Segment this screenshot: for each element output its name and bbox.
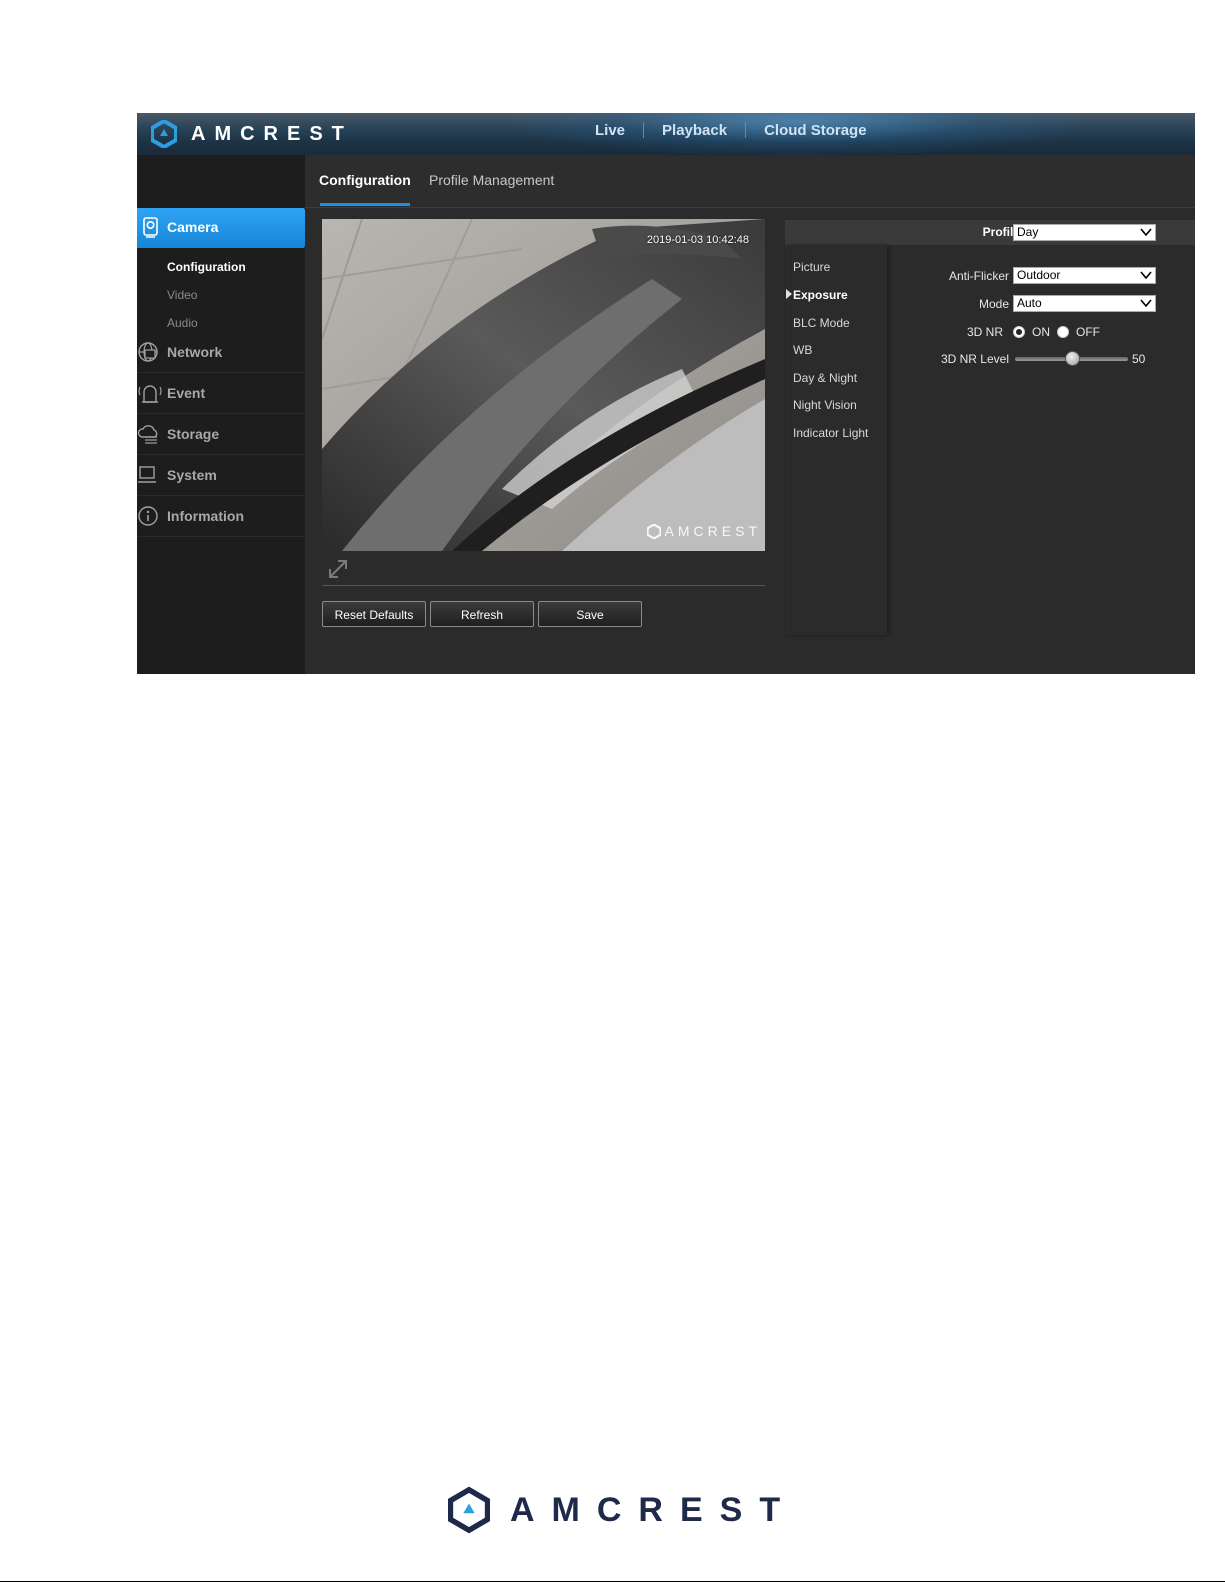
submenu-picture[interactable]: Picture bbox=[793, 260, 830, 274]
cloud-storage-icon bbox=[137, 425, 158, 444]
top-bar: AMCREST Live Playback Cloud Storage bbox=[137, 113, 1195, 155]
sidebar-item-system[interactable]: System bbox=[137, 454, 305, 496]
submenu-indicator-light[interactable]: Indicator Light bbox=[793, 426, 868, 440]
computer-icon bbox=[138, 466, 156, 483]
camera-frame-image bbox=[322, 219, 765, 551]
video-watermark: AMCREST bbox=[646, 523, 761, 539]
sidebar-item-label: System bbox=[167, 467, 217, 483]
sidebar-item-camera[interactable]: Camera bbox=[137, 208, 313, 248]
nr3d-off-label: OFF bbox=[1076, 325, 1100, 339]
fullscreen-icon[interactable] bbox=[326, 557, 350, 581]
alarm-icon bbox=[138, 385, 162, 403]
globe-icon bbox=[138, 342, 158, 362]
anti-flicker-label: Anti-Flicker bbox=[948, 269, 1009, 283]
submenu-wb[interactable]: WB bbox=[793, 343, 812, 357]
info-icon bbox=[138, 506, 158, 526]
chevron-down-icon bbox=[1140, 271, 1152, 280]
mode-select[interactable]: Auto bbox=[1013, 295, 1156, 312]
video-watermark-text: AMCREST bbox=[664, 523, 761, 539]
sidebar-item-storage[interactable]: Storage bbox=[137, 413, 305, 455]
sidebar-item-label: Event bbox=[167, 385, 206, 401]
chevron-down-icon bbox=[1140, 228, 1152, 237]
refresh-button[interactable]: Refresh bbox=[430, 601, 534, 627]
sidebar-item-label: Camera bbox=[167, 219, 219, 235]
sidebar-item-label: Network bbox=[167, 344, 223, 360]
main-content: Configuration Profile Management 2019-01… bbox=[305, 155, 1195, 674]
active-arrow-icon bbox=[786, 289, 792, 299]
nav-playback[interactable]: Playback bbox=[644, 122, 745, 139]
profile-bar: Profile Day bbox=[785, 220, 1195, 245]
camera-icon bbox=[143, 217, 158, 238]
tab-profile-management[interactable]: Profile Management bbox=[429, 172, 554, 188]
video-timestamp: 2019-01-03 10:42:48 bbox=[646, 234, 749, 246]
tab-bar: Configuration Profile Management bbox=[305, 155, 1195, 208]
mode-value: Auto bbox=[1017, 296, 1042, 310]
sidebar-sub-audio[interactable]: Audio bbox=[167, 316, 198, 330]
nr3d-level-label: 3D NR Level bbox=[940, 352, 1009, 366]
submenu-night-vision[interactable]: Night Vision bbox=[793, 398, 857, 412]
profile-select[interactable]: Day bbox=[1013, 224, 1156, 241]
sidebar: Camera Configuration Video Audio Network… bbox=[137, 155, 313, 674]
reset-defaults-button[interactable]: Reset Defaults bbox=[322, 601, 426, 627]
amcrest-logo-icon bbox=[646, 523, 661, 539]
profile-select-value: Day bbox=[1017, 225, 1039, 239]
sidebar-item-label: Storage bbox=[167, 426, 220, 442]
save-button[interactable]: Save bbox=[538, 601, 642, 627]
footer-logo: AMCREST bbox=[448, 1485, 797, 1535]
anti-flicker-value: Outdoor bbox=[1017, 268, 1061, 282]
nr3d-level-value: 50 bbox=[1132, 352, 1146, 366]
amcrest-logo-icon bbox=[151, 120, 177, 148]
submenu-day-night[interactable]: Day & Night bbox=[793, 371, 857, 385]
sidebar-sub-video[interactable]: Video bbox=[167, 288, 197, 302]
nr3d-on-radio[interactable] bbox=[1013, 326, 1025, 338]
footer-divider bbox=[0, 1581, 1225, 1582]
sidebar-sub-configuration[interactable]: Configuration bbox=[167, 260, 246, 274]
footer-wordmark: AMCREST bbox=[510, 1490, 798, 1529]
nav-live[interactable]: Live bbox=[577, 122, 643, 139]
nav-cloud-storage[interactable]: Cloud Storage bbox=[746, 122, 885, 139]
video-preview[interactable]: 2019-01-03 10:42:48 AMCREST bbox=[322, 219, 765, 551]
mode-label: Mode bbox=[978, 297, 1009, 311]
nr3d-level-slider-thumb[interactable] bbox=[1064, 351, 1080, 366]
top-nav: Live Playback Cloud Storage bbox=[577, 113, 885, 147]
settings-submenu: Picture Exposure BLC Mode WB Day & Night… bbox=[785, 245, 887, 635]
brand-wordmark: AMCREST bbox=[191, 122, 353, 145]
app-window: AMCREST Live Playback Cloud Storage Came… bbox=[137, 113, 1195, 674]
sidebar-item-network[interactable]: Network bbox=[137, 331, 305, 373]
chevron-down-icon bbox=[1140, 299, 1152, 308]
nr3d-off-radio[interactable] bbox=[1057, 326, 1069, 338]
sidebar-item-information[interactable]: Information bbox=[137, 495, 305, 537]
brand-logo: AMCREST bbox=[151, 119, 353, 149]
submenu-exposure[interactable]: Exposure bbox=[793, 288, 848, 302]
amcrest-logo-icon bbox=[448, 1486, 490, 1534]
nr3d-label: 3D NR bbox=[966, 325, 1003, 339]
sidebar-item-label: Information bbox=[167, 508, 244, 524]
video-toolbar bbox=[322, 551, 765, 586]
nr3d-on-label: ON bbox=[1032, 325, 1050, 339]
submenu-blc-mode[interactable]: BLC Mode bbox=[793, 316, 850, 330]
anti-flicker-select[interactable]: Outdoor bbox=[1013, 267, 1156, 284]
active-tab-indicator bbox=[320, 203, 410, 206]
tab-configuration[interactable]: Configuration bbox=[319, 172, 411, 188]
sidebar-item-event[interactable]: Event bbox=[137, 372, 305, 414]
